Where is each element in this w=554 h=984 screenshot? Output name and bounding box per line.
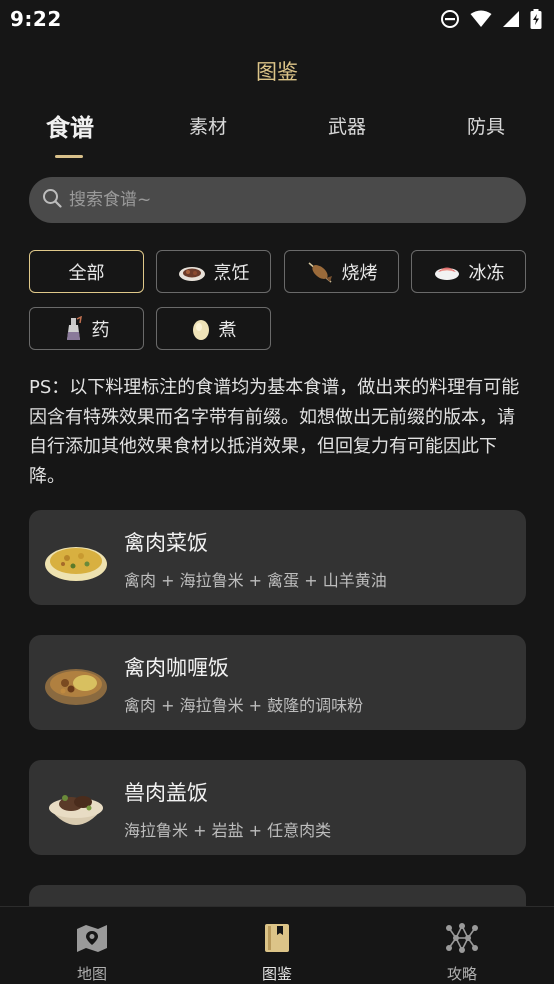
status-time: 9:22 bbox=[10, 7, 62, 31]
fried-rice-dish-icon bbox=[43, 528, 109, 588]
recipe-ingredients: 禽肉 + 海拉鲁米 + 鼓隆的调味粉 bbox=[124, 696, 364, 715]
do-not-disturb-icon bbox=[440, 9, 460, 29]
guide-network-icon bbox=[444, 923, 480, 957]
cooking-plate-icon bbox=[178, 261, 206, 283]
filter-chip-cooking[interactable]: 烹饪 bbox=[156, 250, 271, 293]
bottom-nav: 地图 图鉴 攻略 bbox=[0, 906, 554, 984]
status-bar: 9:22 bbox=[0, 0, 554, 38]
filter-chip-all[interactable]: 全部 bbox=[29, 250, 144, 293]
recipe-note: PS：以下料理标注的食谱均为基本食谱，做出来的料理有可能因含有特殊效果而名字带有… bbox=[29, 377, 520, 487]
tab-recipes[interactable]: 食谱 bbox=[46, 108, 94, 143]
roast-fish-icon bbox=[306, 260, 334, 284]
search-input[interactable] bbox=[69, 177, 526, 223]
active-tab-indicator bbox=[55, 155, 83, 158]
filter-chip-label: 烹饪 bbox=[213, 262, 250, 284]
nav-guide[interactable]: 攻略 bbox=[417, 917, 507, 984]
filter-chip-label: 药 bbox=[91, 319, 110, 341]
nav-label: 攻略 bbox=[446, 965, 477, 983]
filter-chip-label: 全部 bbox=[68, 262, 105, 284]
elixir-bottle-icon bbox=[64, 315, 84, 342]
recipe-name: 禽肉菜饭 bbox=[124, 531, 208, 555]
nav-label: 地图 bbox=[76, 965, 107, 983]
recipe-card[interactable]: 禽肉咖喱饭 禽肉 + 海拉鲁米 + 鼓隆的调味粉 bbox=[29, 635, 526, 730]
recipe-name: 兽肉盖饭 bbox=[124, 781, 208, 805]
recipe-card[interactable]: 兽肉盖饭 海拉鲁米 + 岩盐 + 任意肉类 bbox=[29, 760, 526, 855]
tab-materials[interactable]: 素材 bbox=[189, 112, 227, 139]
search-icon bbox=[42, 188, 62, 212]
boiled-egg-icon bbox=[191, 317, 211, 341]
recipe-card[interactable]: 禽肉菜饭 禽肉 + 海拉鲁米 + 禽蛋 + 山羊黄油 bbox=[29, 510, 526, 605]
category-tabs: 食谱 素材 武器 防具 bbox=[0, 112, 554, 162]
wifi-icon bbox=[470, 10, 492, 28]
recipe-ingredients: 禽肉 + 海拉鲁米 + 禽蛋 + 山羊黄油 bbox=[124, 571, 387, 590]
map-icon bbox=[76, 923, 108, 957]
tab-weapons[interactable]: 武器 bbox=[328, 112, 366, 139]
book-icon bbox=[264, 923, 290, 957]
filter-chip-elixir[interactable]: 药 bbox=[29, 307, 144, 350]
meat-rice-bowl-icon bbox=[43, 778, 109, 838]
nav-map[interactable]: 地图 bbox=[47, 917, 137, 984]
tab-armor[interactable]: 防具 bbox=[467, 112, 505, 139]
filter-chip-label: 烧烤 bbox=[341, 262, 378, 284]
curry-rice-dish-icon bbox=[43, 653, 109, 713]
filter-chip-label: 冰冻 bbox=[468, 262, 505, 284]
filter-chip-roast[interactable]: 烧烤 bbox=[284, 250, 399, 293]
status-icons bbox=[440, 9, 542, 29]
signal-icon bbox=[502, 10, 520, 28]
filter-chip-label: 煮 bbox=[218, 319, 237, 341]
frozen-sushi-icon bbox=[433, 261, 461, 283]
nav-label: 图鉴 bbox=[261, 965, 292, 983]
battery-charging-icon bbox=[530, 9, 542, 29]
page-title: 图鉴 bbox=[256, 60, 298, 84]
filter-chip-frozen[interactable]: 冰冻 bbox=[411, 250, 526, 293]
recipe-name: 禽肉咖喱饭 bbox=[124, 656, 229, 680]
search-bar[interactable] bbox=[29, 177, 526, 223]
filter-chip-boil[interactable]: 煮 bbox=[156, 307, 271, 350]
nav-compendium[interactable]: 图鉴 bbox=[232, 917, 322, 984]
recipe-ingredients: 海拉鲁米 + 岩盐 + 任意肉类 bbox=[124, 821, 332, 840]
